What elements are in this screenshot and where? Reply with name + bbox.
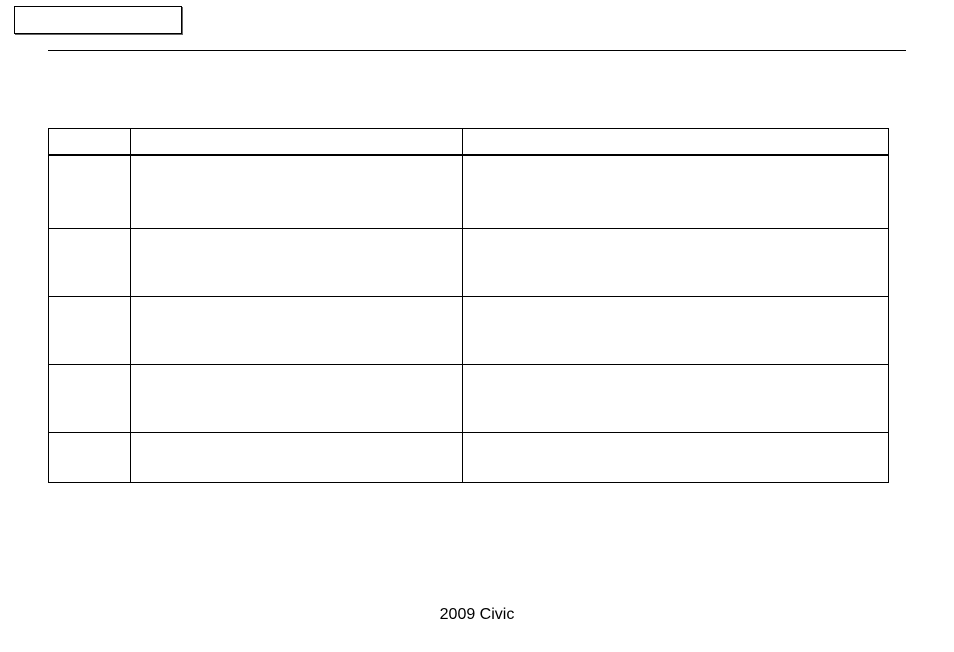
- table-cell: [49, 229, 131, 297]
- table-header-cell: [49, 129, 131, 155]
- table-header-row: [49, 129, 889, 155]
- data-table: [48, 128, 889, 483]
- table-cell: [463, 433, 889, 483]
- table-row: [49, 365, 889, 433]
- table-cell: [131, 365, 463, 433]
- table-cell: [131, 155, 463, 229]
- table-cell: [49, 365, 131, 433]
- footer-text: 2009 Civic: [0, 606, 954, 624]
- table-cell: [131, 229, 463, 297]
- table-cell: [463, 229, 889, 297]
- table-cell: [131, 297, 463, 365]
- table-cell: [463, 365, 889, 433]
- table-cell: [49, 155, 131, 229]
- table-cell: [463, 297, 889, 365]
- table-cell: [463, 155, 889, 229]
- table-cell: [131, 433, 463, 483]
- table-cell: [49, 297, 131, 365]
- table-row: [49, 297, 889, 365]
- table-cell: [49, 433, 131, 483]
- table-row: [49, 155, 889, 229]
- table-header-cell: [131, 129, 463, 155]
- table-header-cell: [463, 129, 889, 155]
- table-row: [49, 229, 889, 297]
- horizontal-rule: [48, 50, 906, 51]
- top-box: [14, 6, 182, 34]
- table-row: [49, 433, 889, 483]
